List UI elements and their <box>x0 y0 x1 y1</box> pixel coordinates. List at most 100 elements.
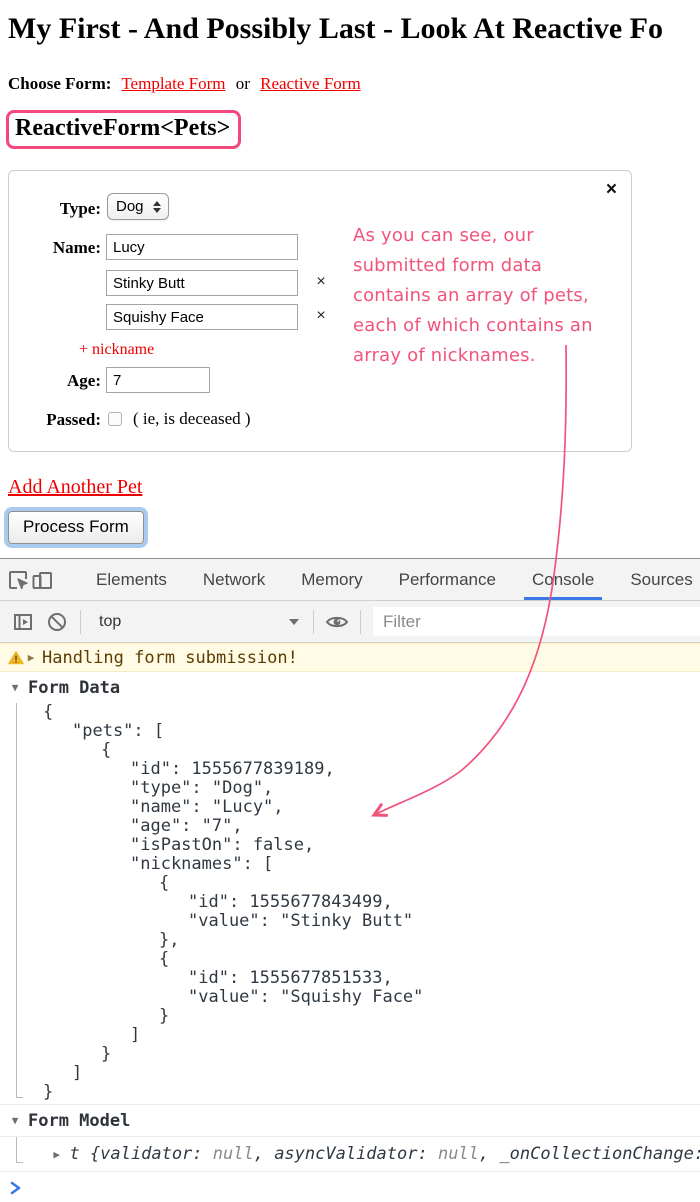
passed-checkbox[interactable] <box>108 412 122 426</box>
age-label: Age: <box>19 371 101 391</box>
type-select-value: Dog <box>116 198 144 215</box>
tab-elements[interactable]: Elements <box>78 559 185 600</box>
select-stepper-icon <box>153 201 161 213</box>
json-line: }, <box>0 931 700 950</box>
console-sidebar-icon <box>12 611 34 633</box>
passed-label: Passed: <box>19 410 101 430</box>
json-line: { <box>0 703 700 722</box>
json-line: "value": "Squishy Face" <box>0 988 700 1007</box>
form-data-group-title: Form Data <box>28 678 120 698</box>
json-line: "isPastOn": false, <box>0 836 700 855</box>
or-text: or <box>236 74 250 93</box>
console-filter-input[interactable] <box>373 612 700 632</box>
annotation-line: contains an array of pets, <box>353 281 613 311</box>
console-prompt-row[interactable] <box>0 1172 700 1202</box>
age-input[interactable] <box>106 367 210 393</box>
preview-text: t {validator: <box>69 1144 212 1164</box>
json-line: "id": 1555677851533, <box>0 969 700 988</box>
live-expression-eye-icon[interactable] <box>320 605 354 639</box>
annotation-line: array of nicknames. <box>353 341 613 371</box>
inspect-element-icon <box>6 568 30 592</box>
template-form-link[interactable]: Template Form <box>121 74 225 93</box>
execution-context-select[interactable]: top <box>99 613 299 631</box>
collapse-triangle-icon[interactable]: ▼ <box>8 1114 22 1127</box>
handwritten-annotation: As you can see, oursubmitted form dataco… <box>353 221 613 371</box>
choose-form-label: Choose Form: <box>8 74 111 93</box>
page: My First - And Possibly Last - Look At R… <box>0 0 700 1202</box>
toolbar-separator <box>80 610 81 634</box>
form-data-group-header[interactable]: ▼ Form Data <box>0 672 700 703</box>
console-toolbar: top <box>0 601 700 643</box>
eye-icon <box>324 611 350 633</box>
toolbar-separator <box>360 610 361 634</box>
filter-field-wrap <box>373 607 700 636</box>
collapse-triangle-icon[interactable]: ▼ <box>8 681 22 694</box>
console-warning-row[interactable]: ▶ Handling form submission! <box>0 643 700 672</box>
device-toolbar-icon[interactable] <box>30 563 54 597</box>
json-line: } <box>0 1045 700 1064</box>
json-line: "pets": [ <box>0 722 700 741</box>
console-prompt-chevron-icon <box>10 1181 22 1195</box>
json-line: } <box>0 1007 700 1026</box>
name-input[interactable] <box>106 234 298 260</box>
expand-triangle-icon[interactable]: ▶ <box>24 651 38 664</box>
type-select[interactable]: Dog <box>107 193 169 220</box>
json-line: { <box>0 874 700 893</box>
nickname-input-1[interactable] <box>106 270 298 296</box>
clear-console-icon <box>46 611 68 633</box>
json-line: "id": 1555677843499, <box>0 893 700 912</box>
pet-form-card: × Type: Dog Name: × × + nickname Age: Pas… <box>8 170 632 452</box>
preview-muted-value: null <box>213 1144 254 1164</box>
json-line: "value": "Stinky Butt" <box>0 912 700 931</box>
process-form-button[interactable]: Process Form <box>8 511 144 544</box>
add-another-pet-link[interactable]: Add Another Pet <box>8 476 142 499</box>
devtools-panel: ElementsNetworkMemoryPerformanceConsoleS… <box>0 558 700 1202</box>
devtools-tabs: ElementsNetworkMemoryPerformanceConsoleS… <box>78 559 700 600</box>
console-sidebar-icon[interactable] <box>6 605 40 639</box>
form-model-group-title: Form Model <box>28 1111 130 1131</box>
devtools-tabbar: ElementsNetworkMemoryPerformanceConsoleS… <box>0 559 700 601</box>
close-pet-button[interactable]: × <box>606 179 617 201</box>
clear-console-icon[interactable] <box>40 605 74 639</box>
tab-network[interactable]: Network <box>185 559 283 600</box>
json-line: "nicknames": [ <box>0 855 700 874</box>
group-indent-guide <box>16 703 17 1098</box>
name-label: Name: <box>19 238 101 258</box>
annotation-line: As you can see, our <box>353 221 613 251</box>
object-preview-text: t {validator: null, asyncValidator: null… <box>69 1144 700 1164</box>
annotation-line: submitted form data <box>353 251 613 281</box>
preview-text: , asyncValidator: <box>254 1144 438 1164</box>
json-line: { <box>0 741 700 760</box>
json-line: "age": "7", <box>0 817 700 836</box>
json-line: "id": 1555677839189, <box>0 760 700 779</box>
inspect-element-icon[interactable] <box>6 563 30 597</box>
group-indent-guide <box>16 1137 17 1163</box>
remove-nickname-button-2[interactable]: × <box>312 307 330 325</box>
remove-nickname-button-1[interactable]: × <box>312 273 330 291</box>
reactive-form-link[interactable]: Reactive Form <box>260 74 361 93</box>
execution-context-value: top <box>99 613 121 631</box>
toolbar-separator <box>313 610 314 634</box>
reactive-form-heading: ReactiveForm<Pets> <box>6 110 241 149</box>
tab-performance[interactable]: Performance <box>381 559 514 600</box>
expand-triangle-icon[interactable]: ▶ <box>50 1148 63 1161</box>
json-line: { <box>0 950 700 969</box>
type-label: Type: <box>19 199 101 219</box>
choose-form-line: Choose Form: Template Form or Reactive F… <box>8 74 367 94</box>
json-line: } <box>0 1083 700 1102</box>
form-data-json-output: {"pets": [{"id": 1555677839189,"type": "… <box>0 703 700 1104</box>
tab-memory[interactable]: Memory <box>283 559 380 600</box>
nickname-input-2[interactable] <box>106 304 298 330</box>
form-model-group-header[interactable]: ▼ Form Model <box>0 1104 700 1137</box>
annotation-line: each of which contains an <box>353 311 613 341</box>
passed-hint: ( ie, is deceased ) <box>133 409 251 429</box>
tab-console[interactable]: Console <box>514 559 612 600</box>
form-model-object-row[interactable]: ▶ t {validator: null, asyncValidator: nu… <box>0 1137 700 1172</box>
tab-sources[interactable]: Sources <box>612 559 700 600</box>
json-line: "type": "Dog", <box>0 779 700 798</box>
json-line: ] <box>0 1026 700 1045</box>
json-line: ] <box>0 1064 700 1083</box>
add-nickname-link[interactable]: + nickname <box>79 341 154 359</box>
warning-triangle-icon <box>8 651 24 665</box>
json-line: "name": "Lucy", <box>0 798 700 817</box>
